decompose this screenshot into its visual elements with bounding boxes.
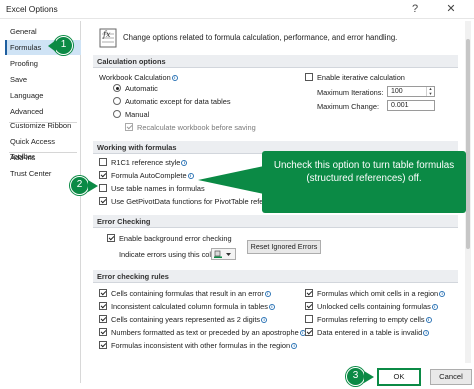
callout-pointer: [198, 166, 264, 194]
rule-invalid-table-data-checkbox[interactable]: [305, 328, 313, 336]
radio-automatic-except-tables-label: Automatic except for data tables: [125, 97, 231, 106]
sidebar-item-save[interactable]: Save: [5, 72, 81, 87]
rule-empty-cells-label: Formulas referring to empty cells i: [317, 315, 432, 324]
background-error-checking-checkbox[interactable]: [107, 234, 115, 242]
section-calculation-options: Calculation options: [93, 55, 458, 68]
rule-invalid-table-data-label: Data entered in a table is invalid i: [317, 328, 430, 337]
formula-autocomplete-label: Formula AutoComplete i: [111, 171, 194, 180]
rule-two-digit-years-checkbox[interactable]: [99, 315, 107, 323]
step-badge-1: 1: [54, 36, 73, 55]
recalculate-before-saving-checkbox[interactable]: [125, 123, 133, 131]
rule-inconsistent-column-checkbox[interactable]: [99, 302, 107, 310]
rule-error-result-checkbox[interactable]: [99, 289, 107, 297]
r1c1-reference-label: R1C1 reference style i: [111, 158, 188, 167]
badge-pointer-1: [48, 40, 56, 52]
use-table-names-label: Use table names in formulas: [111, 184, 205, 193]
max-iterations-label: Maximum Iterations:: [317, 88, 384, 97]
iterative-calculation-checkbox[interactable]: [305, 73, 313, 81]
stepper-arrows-icon[interactable]: ▲ ▼: [426, 86, 434, 96]
cancel-button[interactable]: Cancel: [430, 369, 472, 385]
step-badge-2: 2: [70, 176, 89, 195]
iterative-calculation-label: Enable iterative calculation: [317, 73, 405, 82]
info-icon: i: [423, 330, 430, 336]
rule-inconsistent-region-checkbox[interactable]: [99, 341, 107, 349]
rule-inconsistent-region-label: Formulas inconsistent with other formula…: [111, 341, 298, 350]
sidebar-item-language[interactable]: Language: [5, 88, 81, 103]
sidebar-item-trust-center[interactable]: Trust Center: [5, 166, 81, 181]
options-sidebar: General Formulas Proofing Save Language …: [5, 21, 81, 383]
rule-numbers-as-text-checkbox[interactable]: [99, 328, 107, 336]
info-icon: i: [181, 160, 188, 166]
max-change-input[interactable]: 0.001: [387, 100, 435, 111]
radio-manual-label: Manual: [125, 110, 150, 119]
max-iterations-stepper[interactable]: 100 ▲ ▼: [387, 86, 435, 97]
rule-inconsistent-column-label: Inconsistent calculated column formula i…: [111, 302, 275, 311]
radio-automatic-except-tables[interactable]: [113, 97, 121, 105]
use-table-names-checkbox[interactable]: [99, 184, 107, 192]
badge-pointer-3: [364, 371, 374, 383]
max-iterations-value: 100: [391, 88, 403, 95]
sidebar-item-add-ins[interactable]: Add-ins: [5, 150, 81, 165]
info-icon: i: [425, 317, 432, 323]
r1c1-reference-checkbox[interactable]: [99, 158, 107, 166]
rule-two-digit-years-label: Cells containing years represented as 2 …: [111, 315, 268, 324]
svg-text:fx: fx: [102, 30, 111, 39]
formula-autocomplete-checkbox[interactable]: [99, 171, 107, 179]
sidebar-item-customize-ribbon[interactable]: Customize Ribbon: [5, 118, 81, 133]
rule-empty-cells-checkbox[interactable]: [305, 315, 313, 323]
intro-text: Change options related to formula calcul…: [123, 33, 398, 42]
info-icon: i: [268, 304, 275, 310]
background-error-checking-label: Enable background error checking: [119, 234, 232, 243]
scrollbar-thumb[interactable]: [466, 39, 470, 249]
info-icon: i: [291, 343, 298, 349]
rule-error-result-label: Cells containing formulas that result in…: [111, 289, 271, 298]
step-badge-3: 3: [346, 367, 365, 386]
rule-unlocked-cells-label: Unlocked cells containing formulas i: [317, 302, 438, 311]
ok-button[interactable]: OK: [378, 369, 420, 385]
recalculate-before-saving-label: Recalculate workbook before saving: [137, 123, 256, 132]
help-button[interactable]: ?: [404, 1, 426, 17]
radio-automatic[interactable]: [113, 84, 121, 92]
close-button[interactable]: ✕: [440, 1, 462, 17]
info-icon: i: [264, 291, 271, 297]
getpivotdata-checkbox[interactable]: [99, 197, 107, 205]
title-bar: Excel Options ? ✕: [0, 0, 474, 19]
section-error-checking-rules: Error checking rules: [93, 270, 458, 283]
max-change-label: Maximum Change:: [317, 102, 380, 111]
info-icon: i: [439, 291, 446, 297]
paint-bucket-icon: [214, 250, 231, 258]
rule-unlocked-cells-checkbox[interactable]: [305, 302, 313, 310]
rule-omit-cells-checkbox[interactable]: [305, 289, 313, 297]
error-color-picker[interactable]: [211, 248, 236, 260]
sidebar-item-advanced[interactable]: Advanced: [5, 104, 81, 119]
radio-manual[interactable]: [113, 110, 121, 118]
getpivotdata-label: Use GetPivotData functions for PivotTabl…: [111, 197, 275, 206]
sidebar-item-proofing[interactable]: Proofing: [5, 56, 81, 71]
workbook-calculation-label: Workbook Calculation i: [99, 73, 178, 82]
reset-ignored-errors-button[interactable]: Reset Ignored Errors: [247, 240, 321, 254]
formula-options-icon: fx: [99, 27, 119, 51]
window-title: Excel Options: [6, 4, 58, 14]
rule-numbers-as-text-label: Numbers formatted as text or preceded by…: [111, 328, 306, 337]
section-error-checking: Error Checking: [93, 215, 458, 228]
tutorial-callout: Uncheck this option to turn table formul…: [262, 151, 466, 213]
rule-omit-cells-label: Formulas which omit cells in a region i: [317, 289, 446, 298]
radio-automatic-label: Automatic: [125, 84, 158, 93]
info-icon: i: [171, 75, 178, 81]
sidebar-item-quick-access-toolbar[interactable]: Quick Access Toolbar: [5, 134, 81, 161]
max-change-value: 0.001: [391, 102, 409, 109]
indicate-errors-color-label: Indicate errors using this color:: [119, 250, 220, 259]
info-icon: i: [187, 173, 194, 179]
badge-pointer-2: [88, 180, 98, 192]
sidebar-item-general[interactable]: General: [5, 24, 81, 39]
info-icon: i: [431, 304, 438, 310]
info-icon: i: [261, 317, 268, 323]
